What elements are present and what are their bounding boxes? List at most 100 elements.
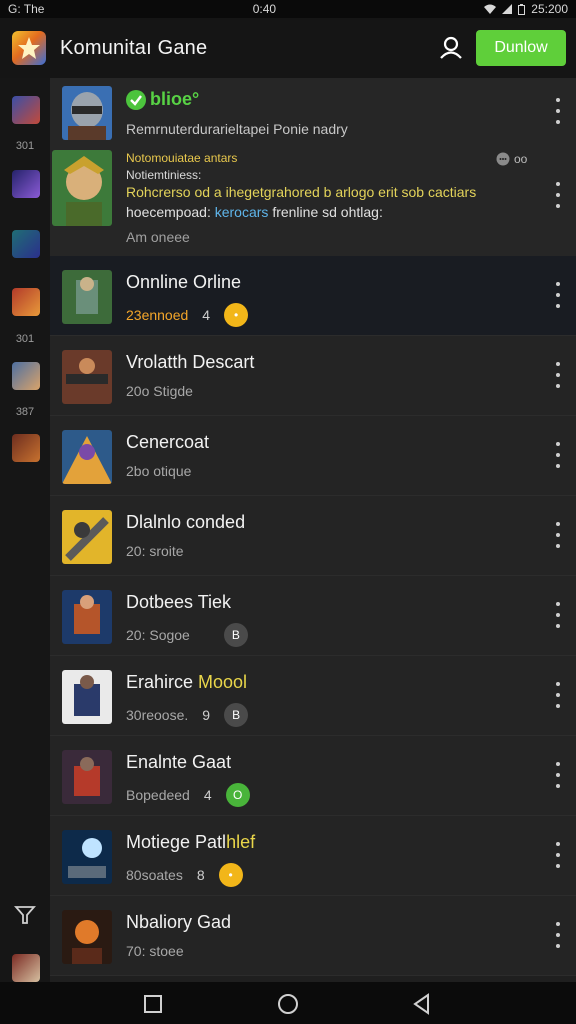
post-body-prefix: hoecempoad: [126, 204, 211, 220]
app-logo-icon[interactable] [12, 31, 46, 65]
channel-subtitle: 23ennoed 4 • [126, 303, 249, 327]
channel-title: Vrolatth Descart [126, 352, 255, 372]
channel-subtitle: 2bo otique [126, 463, 192, 479]
wifi-icon [484, 4, 497, 14]
online-status-icon [126, 90, 146, 110]
status-time: 0:40 [252, 2, 277, 16]
channel-avatar [62, 350, 112, 404]
download-button[interactable]: Dunlow [476, 30, 566, 66]
more-icon[interactable] [554, 282, 562, 308]
recents-icon[interactable] [141, 992, 165, 1016]
chat-bubble-icon [496, 152, 510, 166]
channel-subtitle: 80soates 8 • [126, 863, 243, 887]
status-badge: • [218, 863, 243, 887]
channel-avatar [62, 270, 112, 324]
battery-icon [518, 3, 526, 15]
more-icon[interactable] [554, 602, 562, 628]
rail-server-5[interactable] [12, 362, 40, 390]
channel-title: Onnline Orline [126, 272, 242, 292]
channel-title: Nbaliory Gad [126, 912, 232, 932]
channel-subtitle: 20: sroite [126, 543, 184, 559]
signal-icon [502, 4, 513, 14]
channel-subtitle: 70: stoee [126, 943, 184, 959]
channel-title: Motiege Patlhlef [126, 832, 256, 852]
unread-count: 4 [202, 307, 211, 323]
status-left: G: The [8, 2, 45, 16]
featured-post[interactable]: blioe° Remrnuterdurarieltapei Ponie nadr… [50, 78, 576, 257]
list-item[interactable]: Motiege Patlhlef 80soates 8 • [50, 816, 576, 896]
reply-count-value: oo [514, 152, 528, 166]
more-icon[interactable] [554, 182, 562, 208]
channel-avatar [62, 750, 112, 804]
more-icon[interactable] [554, 762, 562, 788]
post-body-line-2: hoecempoad: kerocars frenline sd ohtlag: [126, 204, 383, 220]
more-icon[interactable] [554, 98, 562, 124]
post-description: Remrnuterdurarieltapei Ponie nadry [126, 121, 348, 137]
more-icon[interactable] [554, 682, 562, 708]
rail-number: 301 [15, 333, 35, 345]
channel-subtitle: 30reoose. 9 B [126, 703, 249, 727]
channel-subtitle: Bopedeed 4 O [126, 783, 250, 807]
post-author-subtitle: Notiemtiniess: [126, 168, 202, 182]
rail-number: 301 [15, 140, 35, 152]
post-body: Rohcrerso od a ihegetgrahored b arlogo e… [126, 184, 477, 200]
app-title: Komunitaı Gane [60, 36, 208, 59]
status-clock: 25:200 [531, 2, 568, 16]
app-header: Komunitaı Gane Dunlow [0, 18, 576, 78]
filter-icon[interactable] [14, 904, 36, 926]
post-author-avatar [52, 150, 112, 226]
rail-server-2[interactable] [12, 170, 40, 198]
list-item[interactable]: Dlalnlo conded 20: sroite [50, 496, 576, 576]
channel-subtitle: 20o Stigde [126, 383, 193, 399]
list-item[interactable]: Cenercoat 2bo otique [50, 416, 576, 496]
channel-avatar [62, 670, 112, 724]
post-status: blioe° [150, 89, 200, 109]
rail-server-3[interactable] [12, 230, 40, 258]
channel-avatar [62, 590, 112, 644]
more-icon[interactable] [554, 362, 562, 388]
channel-title: Cenercoat [126, 432, 210, 452]
channel-subtitle: 20: Sogoe B [126, 623, 248, 647]
back-icon[interactable] [410, 992, 434, 1016]
channel-list: blioe° Remrnuterdurarieltapei Ponie nadr… [50, 78, 576, 982]
channel-title: Dlalnlo conded [126, 512, 246, 532]
reply-count[interactable]: oo [496, 152, 527, 166]
status-badge: B [224, 703, 249, 727]
channel-title: Enalnte Gaat [126, 752, 232, 772]
post-author-name[interactable]: Notomouiatae antars [126, 151, 237, 165]
list-item[interactable]: Erahirce Moool 30reoose. 9 B [50, 656, 576, 736]
rail-server-4[interactable] [12, 288, 40, 316]
more-icon[interactable] [554, 522, 562, 548]
rail-server-6[interactable] [12, 434, 40, 462]
system-nav-bar [0, 982, 576, 1024]
profile-button[interactable] [436, 32, 466, 62]
home-icon[interactable] [276, 992, 300, 1016]
unread-count: 4 [203, 787, 212, 803]
unread-count: 9 [202, 707, 211, 723]
status-icons: 25:200 [484, 2, 568, 16]
list-item[interactable]: Onnline Orline 23ennoed 4 • [50, 256, 576, 336]
channel-avatar [62, 430, 112, 484]
list-item[interactable]: Nbaliory Gad 70: stoee [50, 896, 576, 976]
user-icon [440, 36, 462, 59]
rail-server-1[interactable] [12, 96, 40, 124]
more-icon[interactable] [554, 842, 562, 868]
status-badge: B [223, 623, 248, 647]
list-item[interactable]: Enalnte Gaat Bopedeed 4 O [50, 736, 576, 816]
status-badge: O [225, 783, 250, 807]
rail-number: 387 [15, 406, 35, 418]
more-icon[interactable] [554, 442, 562, 468]
channel-title: Dotbees Tiek [126, 592, 232, 612]
post-body-suffix: frenline sd ohtlag: [272, 204, 383, 220]
more-icon[interactable] [554, 922, 562, 948]
list-item[interactable]: Vrolatth Descart 20o Stigde [50, 336, 576, 416]
status-bar: G: The 0:40 25:200 [0, 0, 576, 18]
rail-server-7[interactable] [12, 954, 40, 982]
post-link[interactable]: kerocars [215, 204, 269, 220]
unread-count: 8 [196, 867, 205, 883]
post-avatar [62, 86, 112, 140]
server-rail: 301 301 387 [0, 78, 50, 982]
channel-avatar [62, 510, 112, 564]
list-item[interactable]: Dotbees Tiek 20: Sogoe B [50, 576, 576, 656]
status-badge: • [224, 303, 249, 327]
